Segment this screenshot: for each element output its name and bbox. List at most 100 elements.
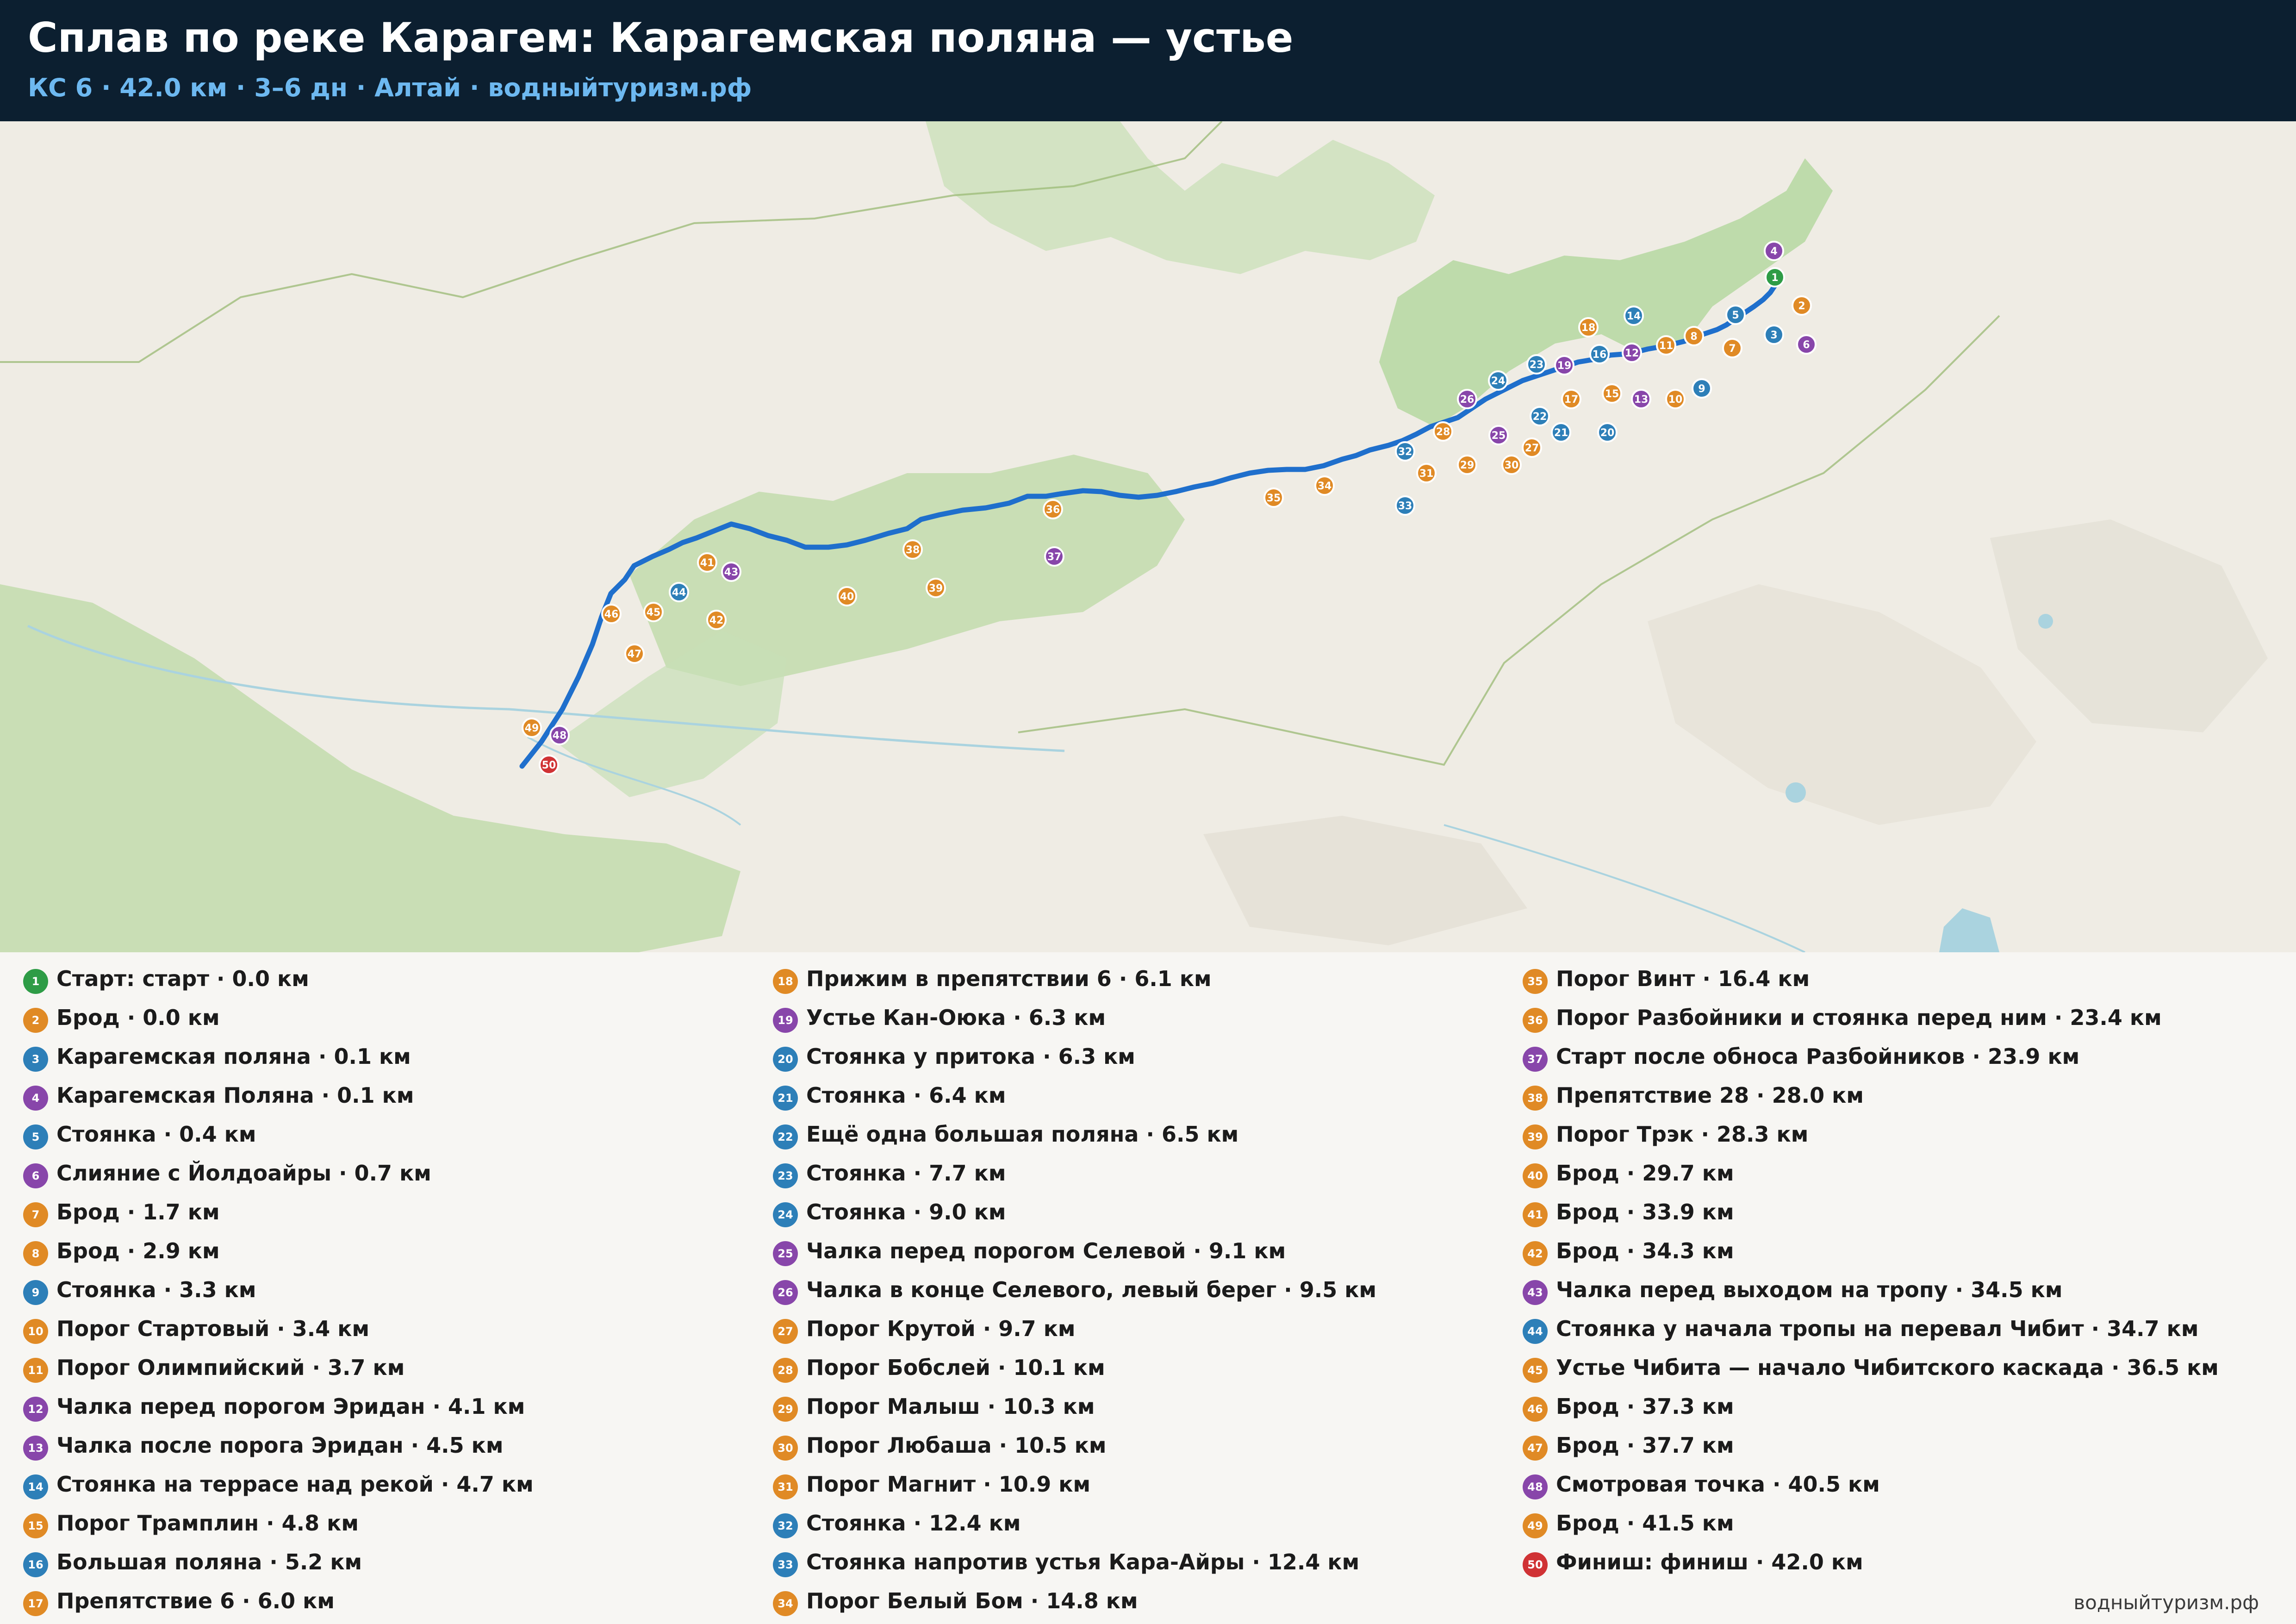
map-marker[interactable]: 26 [1457,389,1477,409]
map-marker[interactable]: 33 [1395,495,1415,516]
map-marker-number: 21 [1554,427,1568,439]
map-marker-number: 11 [1659,340,1674,352]
map-marker[interactable]: 20 [1597,422,1618,443]
legend-badge: 23 [773,1163,798,1188]
legend-label: Стоянка у начала тропы на перевал Чибит … [1556,1316,2199,1341]
map-marker[interactable]: 24 [1488,370,1508,391]
map-marker[interactable]: 43 [721,562,741,582]
map-marker[interactable]: 8 [1684,326,1704,346]
map-marker-number: 30 [1505,460,1519,471]
map-marker-number: 25 [1492,430,1506,442]
legend-badge: 16 [23,1552,48,1577]
map-marker[interactable]: 41 [697,552,717,573]
map-marker[interactable]: 22 [1530,406,1550,426]
map-marker[interactable]: 48 [549,725,570,745]
map-marker[interactable]: 5 [1725,305,1746,325]
legend-label: Препятствие 6 · 6.0 км [56,1588,335,1613]
map-marker[interactable]: 11 [1656,335,1676,356]
map-marker[interactable]: 18 [1578,317,1599,337]
legend-label: Чалка после порога Эридан · 4.5 км [56,1433,504,1458]
map-marker-number: 39 [929,583,943,594]
legend-label: Брод · 41.5 км [1556,1511,1734,1536]
map-marker-number: 29 [1460,460,1475,471]
map-marker-number: 22 [1533,411,1547,423]
map-marker[interactable]: 40 [837,586,857,606]
legend-badge: 28 [773,1358,798,1383]
map-marker[interactable]: 19 [1554,355,1574,375]
map-marker[interactable]: 16 [1589,344,1610,364]
legend-label: Брод · 37.3 км [1556,1394,1734,1419]
map-marker[interactable]: 38 [902,539,923,560]
map-marker-number: 15 [1605,388,1619,400]
map-marker-number: 18 [1581,322,1596,334]
map-marker-number: 7 [1729,343,1736,355]
map-marker[interactable]: 9 [1692,378,1712,399]
map-marker-number: 19 [1557,360,1572,372]
map-marker-number: 17 [1564,394,1579,406]
map-marker[interactable]: 32 [1395,441,1415,462]
map-marker[interactable]: 31 [1416,463,1437,483]
map-marker-number: 23 [1530,359,1544,371]
map-marker[interactable]: 7 [1722,338,1742,358]
legend-badge: 1 [23,969,48,994]
map-marker[interactable]: 13 [1631,389,1651,409]
map-marker[interactable]: 50 [539,755,559,775]
map-marker[interactable]: 46 [601,604,622,624]
map-marker-number: 35 [1267,493,1281,504]
map-marker[interactable]: 29 [1457,455,1477,475]
map-marker[interactable]: 30 [1501,455,1522,475]
legend-label: Старт: старт · 0.0 км [56,966,309,991]
legend-label: Карагемская Поляна · 0.1 км [56,1083,414,1108]
legend-badge: 50 [1523,1552,1548,1577]
map-marker[interactable]: 36 [1043,499,1063,519]
legend-label: Порог Магнит · 10.9 км [806,1472,1091,1497]
map-marker[interactable]: 44 [669,582,689,602]
map-marker[interactable]: 37 [1044,546,1064,567]
map-marker[interactable]: 17 [1561,389,1581,409]
map-marker[interactable]: 49 [522,718,542,738]
map-marker[interactable]: 34 [1314,475,1335,496]
map-marker[interactable]: 4 [1764,241,1784,261]
map-marker[interactable]: 3 [1764,325,1784,345]
legend-badge: 37 [1523,1047,1548,1072]
legend-label: Большая поляна · 5.2 км [56,1549,362,1574]
map-marker[interactable]: 47 [624,643,645,664]
legend-label: Порог Стартовый · 3.4 км [56,1316,370,1341]
map-marker[interactable]: 42 [706,610,727,630]
map-marker[interactable]: 1 [1765,267,1785,287]
map-marker[interactable]: 2 [1792,295,1812,316]
map-marker-number: 13 [1634,394,1649,406]
legend-label: Стоянка · 9.0 км [806,1199,1006,1224]
legend-badge: 3 [23,1047,48,1072]
legend-badge: 49 [1523,1513,1548,1538]
legend-label: Порог Белый Бом · 14.8 км [806,1588,1138,1613]
map-marker[interactable]: 23 [1526,354,1547,375]
map-marker[interactable]: 6 [1796,334,1817,355]
legend-badge: 26 [773,1280,798,1305]
map-marker[interactable]: 35 [1263,487,1284,508]
legend-label: Чалка перед выходом на тропу · 34.5 км [1556,1277,2063,1302]
map-marker-number: 34 [1318,481,1332,492]
map-marker[interactable]: 15 [1602,383,1622,404]
map-marker[interactable]: 45 [643,602,664,622]
map-marker[interactable]: 12 [1622,343,1642,363]
map-marker-number: 41 [700,557,715,569]
map-marker[interactable]: 25 [1488,425,1509,445]
legend-label: Порог Любаша · 10.5 км [806,1433,1107,1458]
legend-badge: 27 [773,1319,798,1344]
legend-badge: 38 [1523,1086,1548,1111]
legend-badge: 18 [773,969,798,994]
legend-badge: 19 [773,1008,798,1033]
map-marker[interactable]: 28 [1433,421,1453,442]
map-canvas[interactable]: 1 2 3 4 5 6 7 8 9 10 11 12 13 14 15 16 17 18 19 20 21 22 23 24 2… [0,121,2296,952]
map-marker-number: 43 [724,567,739,578]
legend-label: Брод · 34.3 км [1556,1238,1734,1263]
map-marker[interactable]: 39 [926,578,946,598]
map-legend: 1 Старт: старт · 0.0 км 2 Брод · 0.0 км 3 Кар… [0,952,2296,1624]
map-marker[interactable]: 10 [1665,389,1686,409]
map-marker-number: 31 [1419,468,1434,480]
map-marker[interactable]: 14 [1624,306,1644,326]
legend-label: Брод · 29.7 км [1556,1161,1734,1186]
map-marker[interactable]: 21 [1551,422,1571,443]
map-marker[interactable]: 27 [1522,437,1542,458]
